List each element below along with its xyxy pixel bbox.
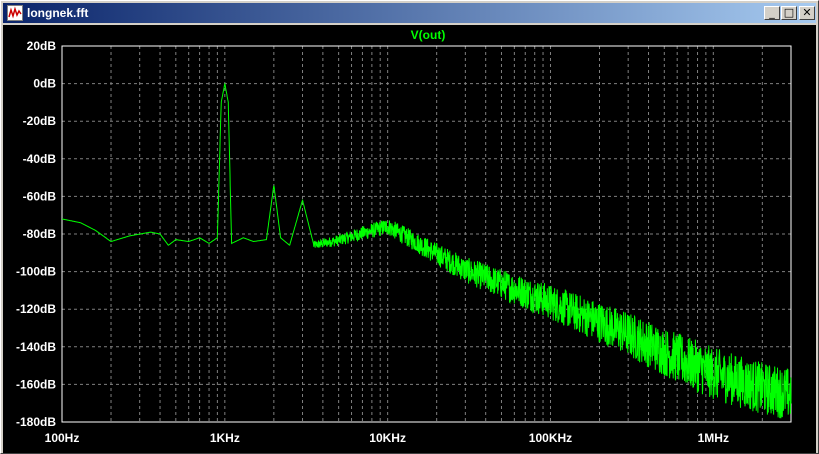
fft-chart[interactable]: V(out) 20dB 0dB -20dB -40dB -60dB -80dB -100dB… xyxy=(3,25,816,453)
y-tick-label: -120dB xyxy=(16,302,56,316)
close-button[interactable]: ✕ xyxy=(799,6,815,20)
y-tick-label: -140dB xyxy=(16,340,56,354)
y-tick-label: 20dB xyxy=(27,39,57,53)
x-tick-label: 1MHz xyxy=(698,431,729,445)
y-tick-label: -160dB xyxy=(16,377,56,391)
trace-line xyxy=(62,82,792,419)
waveform-icon[interactable] xyxy=(7,5,23,21)
waveform-icon-glyph xyxy=(8,6,22,19)
y-tick-label: -180dB xyxy=(16,415,56,429)
x-tick-label: 10KHz xyxy=(369,431,406,445)
y-tick-label: -100dB xyxy=(16,265,56,279)
title-bar[interactable]: longnek.fft _ □ ✕ xyxy=(3,3,816,23)
x-axis-labels: 100Hz 1KHz 10KHz 100KHz 1MHz xyxy=(45,431,729,445)
y-tick-label: -60dB xyxy=(23,189,57,203)
y-tick-label: 0dB xyxy=(33,77,56,91)
y-tick-label: -40dB xyxy=(23,152,57,166)
trace-title[interactable]: V(out) xyxy=(411,28,446,42)
fft-window: longnek.fft _ □ ✕ V(out) 20dB 0dB -20dB -40… xyxy=(0,0,819,454)
plot-area[interactable]: V(out) 20dB 0dB -20dB -40dB -60dB -80dB -100dB… xyxy=(3,25,816,453)
x-tick-label: 100Hz xyxy=(45,431,80,445)
y-tick-label: -20dB xyxy=(23,114,57,128)
x-tick-label: 1KHz xyxy=(210,431,240,445)
x-tick-label: 100KHz xyxy=(529,431,572,445)
trace-v-out[interactable] xyxy=(62,82,792,419)
window-title: longnek.fft xyxy=(27,6,89,20)
minimize-button[interactable]: _ xyxy=(764,6,780,20)
maximize-button[interactable]: □ xyxy=(781,6,797,20)
y-tick-label: -80dB xyxy=(23,227,57,241)
y-axis-labels: 20dB 0dB -20dB -40dB -60dB -80dB -100dB -120dB -… xyxy=(16,39,56,429)
